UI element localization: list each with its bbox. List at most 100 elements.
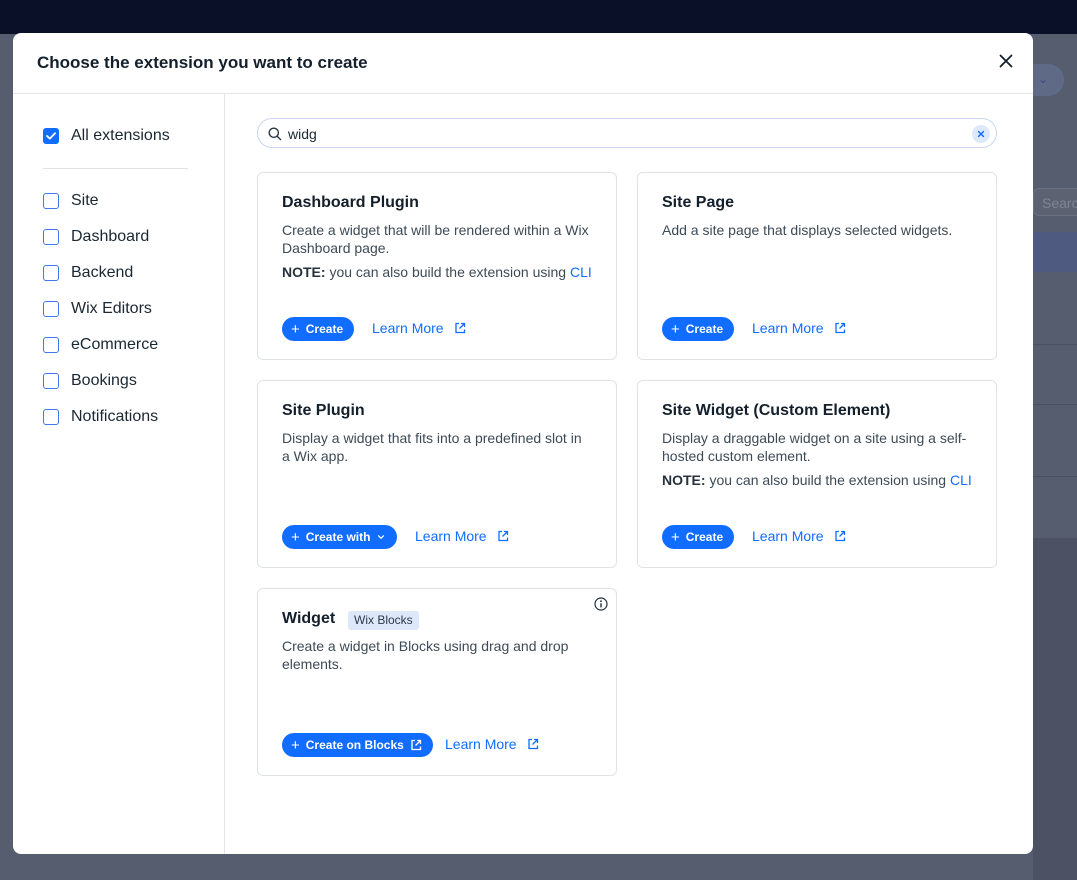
filter-label: Site [71,192,99,209]
plus-icon: + [291,320,300,338]
external-link-icon [834,530,845,542]
external-link-icon [454,322,465,334]
checkbox-bookings[interactable] [43,373,59,389]
create-with-button[interactable]: + Create with [282,525,398,549]
learn-more-link[interactable]: Learn More [415,528,509,544]
filter-wix-editors[interactable]: Wix Editors [43,298,152,320]
plus-icon: + [671,528,680,546]
card-note: NOTE: you can also build the extension u… [662,471,972,489]
external-link-icon [834,322,845,334]
card-title: Site Page [662,194,735,211]
card-description: Create a widget in Blocks using drag and… [282,638,569,672]
learn-more-label: Learn More [372,320,444,336]
external-link-icon [410,739,422,751]
filter-dashboard[interactable]: Dashboard [43,226,149,248]
modal-header: Choose the extension you want to create [13,33,1033,94]
cli-link[interactable]: CLI [950,472,972,488]
learn-more-label: Learn More [752,320,824,336]
learn-more-label: Learn More [752,528,824,544]
plus-icon: + [291,528,300,546]
chevron-down-icon [376,532,386,542]
filter-label: Notifications [71,408,159,425]
extension-card-site-widget: Site Widget (Custom Element) Display a d… [637,380,997,568]
card-note: NOTE: you can also build the extension u… [282,263,592,281]
extension-card-site-plugin: Site Plugin Display a widget that fits i… [257,380,617,568]
filter-notifications[interactable]: Notifications [43,406,158,428]
top-bar [0,0,1077,34]
clear-icon [977,130,985,138]
button-label: Create on Blocks [305,738,404,752]
background-panel [1033,538,1077,880]
card-title: Site Widget (Custom Element) [662,402,891,419]
card-description: Add a site page that displays selected w… [662,222,953,238]
external-link-icon [497,530,508,542]
background-search-input: Searc [1033,188,1077,216]
note-text: you can also build the extension using [705,472,950,488]
search-input[interactable]: widg [257,118,997,148]
create-extension-modal: Choose the extension you want to create … [13,33,1033,854]
cli-link[interactable]: CLI [570,264,592,280]
filter-backend[interactable]: Backend [43,262,133,284]
button-label: Create [685,322,724,336]
plus-icon: + [671,320,680,338]
filter-label: Wix Editors [71,300,152,317]
close-icon [999,54,1013,68]
checkbox-all-extensions[interactable] [43,128,59,144]
learn-more-link[interactable]: Learn More [752,528,846,544]
create-button[interactable]: + Create [662,525,735,549]
filter-label: Dashboard [71,228,150,245]
create-button[interactable]: + Create [282,317,355,341]
filter-all-extensions[interactable]: All extensions [43,125,170,147]
background-row-divider [1033,476,1077,477]
button-label: Create with [305,530,371,544]
plus-icon: + [291,736,300,754]
card-title: Widget [282,610,336,627]
card-description: Create a widget that will be rendered wi… [282,222,589,256]
button-label: Create [685,530,724,544]
note-label: NOTE: [282,264,326,280]
external-link-icon [527,738,538,750]
card-description: Display a draggable widget on a site usi… [662,430,967,464]
filter-ecommerce[interactable]: eCommerce [43,334,158,356]
checkbox-ecommerce[interactable] [43,337,59,353]
button-label: Create [305,322,344,336]
clear-search-button[interactable] [972,125,990,143]
extension-card-dashboard-plugin: Dashboard Plugin Create a widget that wi… [257,172,617,360]
background-row-divider [1033,404,1077,405]
extension-card-widget: Widget Wix Blocks Create a widget in Blo… [257,588,617,776]
card-title: Site Plugin [282,402,365,419]
checkbox-backend[interactable] [43,265,59,281]
wix-blocks-badge: Wix Blocks [348,611,419,630]
filter-label: Backend [71,264,134,281]
note-label: NOTE: [662,472,706,488]
checkbox-site[interactable] [43,193,59,209]
checkbox-notifications[interactable] [43,409,59,425]
learn-more-label: Learn More [415,528,487,544]
checkmark-icon [46,132,56,140]
close-button[interactable] [995,50,1017,72]
filter-label: eCommerce [71,336,159,353]
info-icon[interactable] [594,597,608,611]
filter-bookings[interactable]: Bookings [43,370,137,392]
learn-more-label: Learn More [445,736,517,752]
create-button[interactable]: + Create [662,317,735,341]
filter-sidebar: All extensions Site Dashboard Backend Wi… [13,94,225,854]
extension-card-site-page: Site Page Add a site page that displays … [637,172,997,360]
search-icon [268,127,282,141]
create-on-blocks-button[interactable]: + Create on Blocks [282,733,433,757]
learn-more-link[interactable]: Learn More [752,320,846,336]
card-description: Display a widget that fits into a predef… [282,430,582,464]
learn-more-link[interactable]: Learn More [372,320,466,336]
card-title: Dashboard Plugin [282,194,419,211]
filter-label: Bookings [71,372,137,389]
background-selected-row [1033,232,1077,272]
learn-more-link[interactable]: Learn More [445,736,539,752]
checkbox-wix-editors[interactable] [43,301,59,317]
filter-site[interactable]: Site [43,190,99,212]
background-row-divider [1033,344,1077,345]
search-value[interactable]: widg [288,126,317,142]
sidebar-divider [43,168,188,169]
checkbox-dashboard[interactable] [43,229,59,245]
modal-title: Choose the extension you want to create [37,53,368,72]
chevron-down-icon: ⌄ [1038,72,1049,86]
